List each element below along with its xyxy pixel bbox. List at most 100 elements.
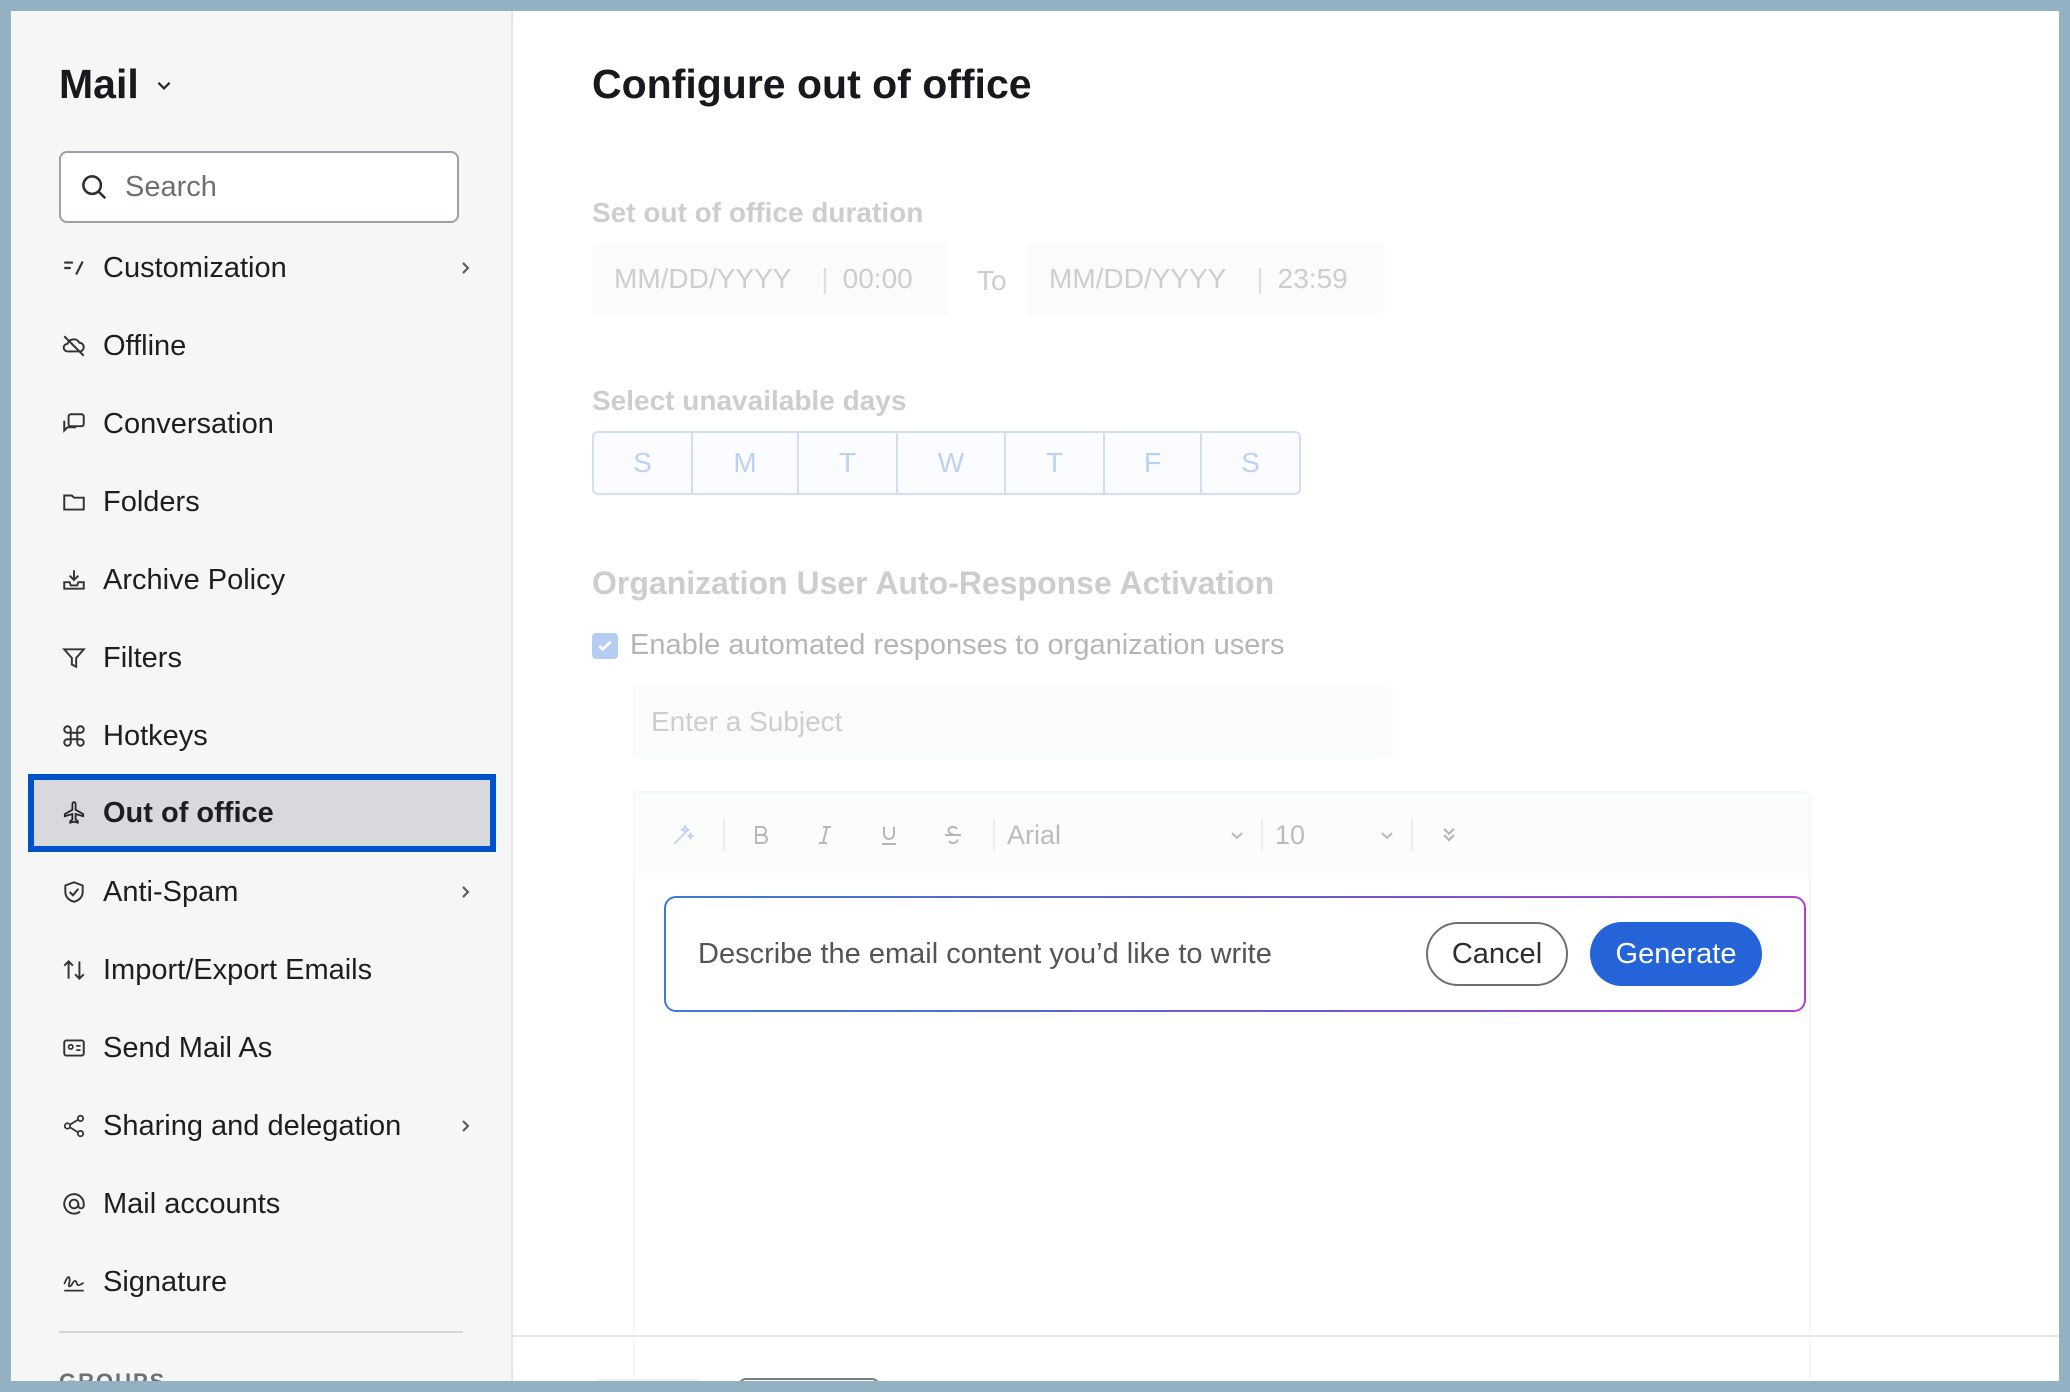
- search-input[interactable]: [125, 170, 445, 204]
- sidebar-item-label: Sharing and delegation: [103, 1109, 402, 1142]
- sidebar-item-signature[interactable]: Signature: [11, 1243, 511, 1321]
- app-switcher[interactable]: Mail: [59, 61, 173, 108]
- toolbar-separator: [723, 819, 725, 851]
- rich-text-editor[interactable]: Arial 10: [633, 791, 1811, 1381]
- sidebar-item-label: Import/Export Emails: [103, 953, 373, 986]
- sidebar-item-send-mail-as[interactable]: Send Mail As: [11, 1009, 511, 1087]
- day-toggle-saturday[interactable]: S: [1202, 433, 1299, 493]
- sidebar-item-import-export[interactable]: Import/Export Emails: [11, 931, 511, 1009]
- strikethrough-icon: [945, 825, 961, 845]
- start-date-input[interactable]: MM/DD/YYYY: [614, 263, 791, 295]
- chevron-down-icon: [157, 81, 171, 90]
- org-auto-response-checkbox[interactable]: [592, 632, 618, 659]
- conversation-icon: [59, 409, 89, 439]
- sidebar-item-label: Conversation: [103, 407, 274, 440]
- end-time-input[interactable]: 23:59: [1278, 263, 1348, 295]
- sidebar-item-label: Customization: [103, 251, 287, 284]
- sidebar-item-archive-policy[interactable]: Archive Policy: [11, 541, 511, 619]
- sidebar-item-anti-spam[interactable]: Anti-Spam: [11, 853, 511, 931]
- more-tools-button[interactable]: [1425, 811, 1473, 859]
- sidebar-item-label: Folders: [103, 485, 200, 518]
- import-export-icon: [59, 955, 89, 985]
- start-time-input[interactable]: 00:00: [843, 263, 913, 295]
- editor-toolbar: Arial 10: [635, 793, 1809, 877]
- cloud-off-icon: [59, 331, 89, 361]
- sidebar-item-out-of-office[interactable]: Out of office: [28, 774, 496, 852]
- to-label: To: [977, 265, 1007, 296]
- duration-label: Set out of office duration: [592, 197, 924, 228]
- discard-button[interactable]: [738, 1378, 880, 1381]
- folder-icon: [59, 487, 89, 517]
- sidebar-item-label: Mail accounts: [103, 1187, 281, 1220]
- checkbox-label: Enable automated responses to organizati…: [630, 629, 1285, 661]
- underline-button[interactable]: [865, 811, 913, 859]
- archive-icon: [59, 565, 89, 595]
- day-toggle-tuesday[interactable]: T: [799, 433, 898, 493]
- generate-button[interactable]: Generate: [1590, 922, 1762, 986]
- search-box: [59, 151, 459, 223]
- sidebar-item-hotkeys[interactable]: Hotkeys: [11, 697, 511, 775]
- day-toggle-monday[interactable]: M: [693, 433, 799, 493]
- sidebar-item-label: Hotkeys: [103, 719, 208, 752]
- double-chevron-down-icon: [1443, 827, 1455, 842]
- checkmark-icon: [598, 640, 612, 651]
- footer-divider: [513, 1335, 2059, 1337]
- command-icon: [59, 721, 89, 751]
- end-date-input[interactable]: MM/DD/YYYY: [1049, 263, 1226, 295]
- send-as-icon: [59, 1033, 89, 1063]
- ai-magic-button[interactable]: [659, 811, 707, 859]
- shield-icon: [59, 877, 89, 907]
- org-auto-response-option: Enable automated responses to organizati…: [592, 629, 1285, 662]
- sidebar-item-label: Anti-Spam: [103, 875, 239, 908]
- signature-icon: [59, 1267, 89, 1297]
- share-icon: [59, 1111, 89, 1141]
- sidebar-item-sharing-delegation[interactable]: Sharing and delegation: [11, 1087, 511, 1165]
- end-datetime-field[interactable]: MM/DD/YYYY | 23:59: [1027, 243, 1385, 315]
- groups-section-label: GROUPS: [59, 1369, 166, 1381]
- day-toggle-sunday[interactable]: S: [594, 433, 693, 493]
- day-toggle-friday[interactable]: F: [1105, 433, 1202, 493]
- font-size-value: 10: [1275, 819, 1306, 850]
- sidebar-divider: [59, 1331, 463, 1333]
- chevron-right-icon: [462, 262, 470, 274]
- unavailable-days-label: Select unavailable days: [592, 385, 907, 416]
- sidebar-item-mail-accounts[interactable]: Mail accounts: [11, 1165, 511, 1243]
- settings-sidebar: Mail Customization Offline Conversation: [11, 11, 513, 1381]
- sidebar-item-customization[interactable]: Customization: [11, 229, 511, 307]
- day-toggle-thursday[interactable]: T: [1006, 433, 1105, 493]
- app-title: Mail: [59, 61, 139, 107]
- app-window: Mail Customization Offline Conversation: [11, 11, 2059, 1381]
- sidebar-item-folders[interactable]: Folders: [11, 463, 511, 541]
- day-toggle-wednesday[interactable]: W: [898, 433, 1006, 493]
- sidebar-item-offline[interactable]: Offline: [11, 307, 511, 385]
- save-button[interactable]: [592, 1379, 704, 1381]
- sidebar-item-filters[interactable]: Filters: [11, 619, 511, 697]
- font-size-select[interactable]: 10: [1275, 820, 1395, 851]
- main-content: Configure out of office Set out of offic…: [513, 11, 2059, 1381]
- ai-prompt-input[interactable]: [698, 937, 1378, 971]
- page-title: Configure out of office: [592, 61, 1032, 107]
- italic-icon: [819, 826, 831, 844]
- font-family-select[interactable]: Arial: [1007, 820, 1245, 851]
- org-auto-response-heading: Organization User Auto-Response Activati…: [592, 565, 1275, 601]
- customization-icon: [59, 253, 89, 283]
- ai-writer-inner: Cancel Generate: [666, 898, 1804, 1010]
- chevron-right-icon: [462, 886, 470, 898]
- field-separator: |: [1256, 263, 1264, 294]
- sidebar-item-label: Out of office: [103, 796, 274, 829]
- toolbar-separator: [1261, 819, 1263, 851]
- subject-input[interactable]: Enter a Subject: [633, 685, 1393, 759]
- bold-button[interactable]: [737, 811, 785, 859]
- sidebar-item-conversation[interactable]: Conversation: [11, 385, 511, 463]
- field-separator: |: [821, 263, 829, 294]
- italic-button[interactable]: [801, 811, 849, 859]
- airplane-icon: [59, 798, 89, 828]
- sidebar-item-label: Filters: [103, 641, 182, 674]
- cancel-button[interactable]: Cancel: [1426, 922, 1568, 986]
- chevron-right-icon: [462, 1120, 470, 1132]
- strikethrough-button[interactable]: [929, 811, 977, 859]
- start-datetime-field[interactable]: MM/DD/YYYY | 00:00: [592, 243, 948, 315]
- ai-writer-prompt: Cancel Generate: [664, 896, 1806, 1012]
- chevron-down-icon: [1231, 832, 1243, 840]
- chevron-down-icon: [1381, 832, 1393, 840]
